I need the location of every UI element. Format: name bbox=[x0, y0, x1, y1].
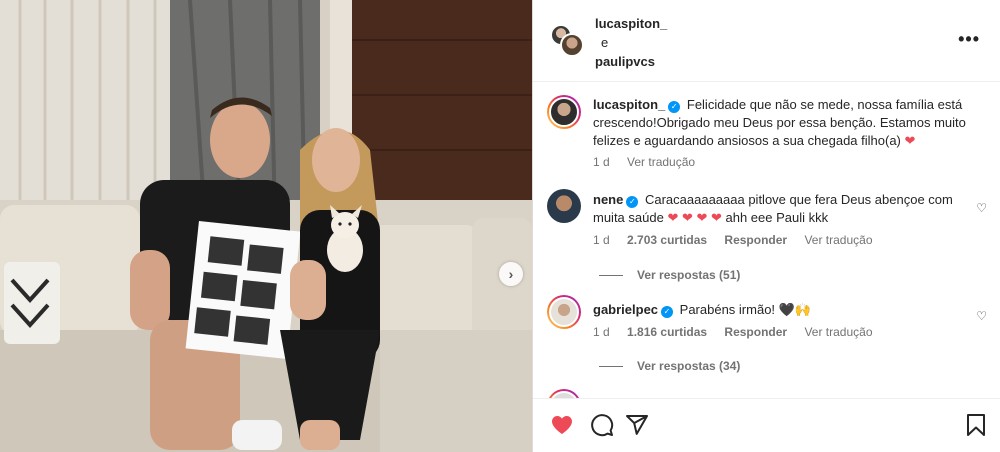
more-horizontal-icon[interactable]: ••• bbox=[958, 30, 980, 48]
comment-like-icon[interactable]: ♡ bbox=[976, 309, 987, 323]
post-side-panel: lucaspiton_ e paulipvcs ••• lucaspiton_ ✓… bbox=[532, 0, 1000, 452]
comment-likes[interactable]: 1.816 curtidas bbox=[627, 325, 707, 339]
collab-usernames: lucaspiton_ e paulipvcs bbox=[595, 14, 667, 71]
share-icon[interactable] bbox=[625, 413, 649, 437]
caption-avatar[interactable] bbox=[547, 95, 581, 129]
comment-like-icon[interactable]: ♡ bbox=[976, 201, 987, 215]
comment-time[interactable]: 1 d bbox=[593, 325, 610, 339]
header-username-2[interactable]: paulipvcs bbox=[595, 52, 667, 71]
heart-hands-emoji: 🖤🙌 bbox=[778, 302, 812, 317]
red-heart-emoji: ❤ bbox=[904, 133, 916, 148]
post-modal: › lucaspiton_ e paulipvcs ••• lucaspiton… bbox=[0, 0, 1000, 452]
replies-line bbox=[599, 275, 623, 277]
view-replies-button[interactable]: Ver respostas (51) bbox=[599, 268, 740, 282]
comment-username[interactable]: gabrielpec bbox=[593, 302, 658, 317]
comments-list: lucaspiton_ ✓ Felicidade que não se mede,… bbox=[533, 83, 1000, 398]
verified-badge-icon: ✓ bbox=[626, 196, 639, 208]
comment-body: Parabéns irmão! bbox=[679, 302, 776, 317]
comment-text: nene ✓ Caracaaaaaaaaa pitlove que fera De… bbox=[593, 191, 969, 227]
reply-button[interactable]: Responder bbox=[724, 325, 787, 339]
collab-avatars[interactable] bbox=[550, 24, 584, 58]
verified-badge-icon: ✓ bbox=[661, 306, 674, 318]
translate-link[interactable]: Ver tradução bbox=[804, 233, 872, 247]
comment-avatar[interactable] bbox=[547, 389, 581, 398]
header-username-1[interactable]: lucaspiton_ bbox=[595, 14, 667, 33]
view-replies-label: Ver respostas (34) bbox=[637, 359, 741, 373]
view-replies-button[interactable]: Ver respostas (34) bbox=[599, 359, 740, 373]
caption-username[interactable]: lucaspiton_ bbox=[593, 97, 665, 112]
carousel-next-icon[interactable]: › bbox=[499, 262, 523, 286]
post-photo[interactable]: › bbox=[0, 0, 532, 452]
photo-illustration bbox=[0, 0, 532, 452]
caption-text: lucaspiton_ ✓ Felicidade que não se mede,… bbox=[593, 96, 969, 150]
comment-text: gabrielpec ✓ Parabéns irmão! 🖤🙌 bbox=[593, 301, 969, 319]
translate-link[interactable]: Ver tradução bbox=[804, 325, 872, 339]
comment-time[interactable]: 1 d bbox=[593, 233, 610, 247]
heart-filled-icon[interactable] bbox=[550, 413, 574, 437]
comment-icon[interactable] bbox=[590, 413, 614, 437]
action-bar bbox=[533, 398, 1000, 452]
comment-username[interactable]: nene bbox=[593, 192, 623, 207]
comment-avatar[interactable] bbox=[547, 189, 581, 223]
replies-line bbox=[599, 366, 623, 368]
comment-meta: 1 d 2.703 curtidas Responder Ver traduçã… bbox=[593, 233, 887, 247]
comment-meta: 1 d 1.816 curtidas Responder Ver traduçã… bbox=[593, 325, 887, 339]
bookmark-icon[interactable] bbox=[965, 413, 987, 437]
caption-translate-link[interactable]: Ver tradução bbox=[627, 155, 695, 169]
reply-button[interactable]: Responder bbox=[724, 233, 787, 247]
view-replies-label: Ver respostas (51) bbox=[637, 268, 741, 282]
comment-body-tail: ahh eee Pauli kkk bbox=[725, 210, 829, 225]
post-header: lucaspiton_ e paulipvcs ••• bbox=[533, 0, 1000, 82]
comment-avatar[interactable] bbox=[547, 295, 581, 329]
verified-badge-icon: ✓ bbox=[668, 101, 681, 113]
red-hearts-emoji: ❤ ❤ ❤ ❤ bbox=[667, 210, 722, 225]
caption-time[interactable]: 1 d bbox=[593, 155, 610, 169]
avatar bbox=[560, 33, 584, 57]
comment-likes[interactable]: 2.703 curtidas bbox=[627, 233, 707, 247]
header-conjunction: e bbox=[601, 35, 609, 50]
caption-meta: 1 d Ver tradução bbox=[593, 155, 709, 169]
